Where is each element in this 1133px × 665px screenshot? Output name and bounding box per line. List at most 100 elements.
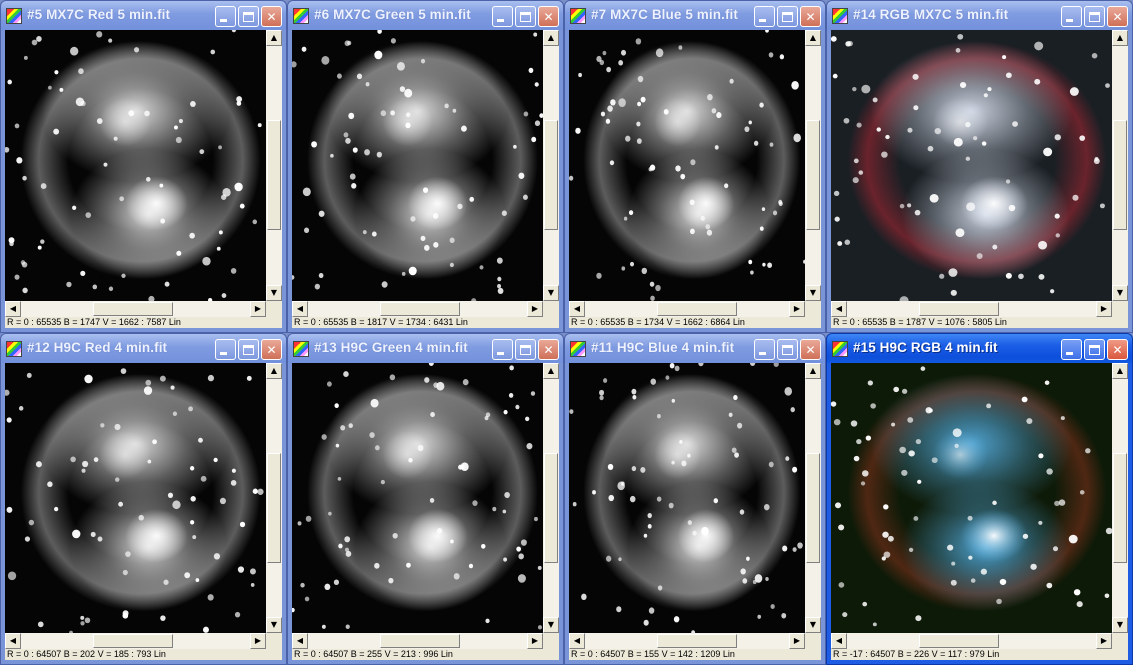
minimize-button[interactable] <box>754 6 775 27</box>
horizontal-scroll-thumb[interactable] <box>380 634 460 648</box>
scroll-left-button[interactable]: ◀ <box>5 301 21 317</box>
minimize-button[interactable] <box>1061 6 1082 27</box>
scroll-left-button[interactable]: ◀ <box>569 633 585 649</box>
scroll-right-button[interactable]: ▶ <box>250 301 266 317</box>
close-button[interactable]: ✕ <box>261 339 282 360</box>
vertical-scroll-thumb[interactable] <box>806 120 820 230</box>
vertical-scrollbar[interactable]: ▲ ▼ <box>266 363 282 633</box>
horizontal-scroll-thumb[interactable] <box>657 302 737 316</box>
image-window-1[interactable]: #5 MX7C Red 5 min.fit ✕ ▲ ▼ ◀ ▶ R = 0: … <box>0 0 287 333</box>
scroll-right-button[interactable]: ▶ <box>789 301 805 317</box>
close-button[interactable]: ✕ <box>800 6 821 27</box>
image-window-5[interactable]: #12 H9C Red 4 min.fit ✕ ▲ ▼ ◀ ▶ R = 0: … <box>0 333 287 665</box>
image-window-6[interactable]: #13 H9C Green 4 min.fit ✕ ▲ ▼ ◀ ▶ R = 0 … <box>287 333 564 665</box>
minimize-button[interactable] <box>492 6 513 27</box>
scroll-left-button[interactable]: ◀ <box>292 301 308 317</box>
vertical-scrollbar[interactable]: ▲ ▼ <box>1112 363 1128 633</box>
minimize-button[interactable] <box>492 339 513 360</box>
maximize-button[interactable] <box>515 6 536 27</box>
vertical-scrollbar[interactable]: ▲ ▼ <box>543 30 559 301</box>
horizontal-scroll-thumb[interactable] <box>93 634 173 648</box>
scroll-left-button[interactable]: ◀ <box>831 301 847 317</box>
image-window-8[interactable]: #15 H9C RGB 4 min.fit ✕ ▲ ▼ ◀ ▶ R = -17 … <box>826 333 1133 665</box>
scroll-left-button[interactable]: ◀ <box>831 633 847 649</box>
minimize-button[interactable] <box>215 6 236 27</box>
horizontal-scrollbar[interactable]: ◀ ▶ <box>5 633 266 649</box>
horizontal-scrollbar[interactable]: ◀ ▶ <box>5 301 266 317</box>
scroll-down-button[interactable]: ▼ <box>266 617 282 633</box>
scroll-down-button[interactable]: ▼ <box>543 285 559 301</box>
scroll-down-button[interactable]: ▼ <box>266 285 282 301</box>
image-window-7[interactable]: #11 H9C Blue 4 min.fit ✕ ▲ ▼ ◀ ▶ R = 0:… <box>564 333 826 665</box>
scroll-down-button[interactable]: ▼ <box>1112 285 1128 301</box>
close-button[interactable]: ✕ <box>800 339 821 360</box>
maximize-button[interactable] <box>515 339 536 360</box>
vertical-scrollbar[interactable]: ▲ ▼ <box>805 363 821 633</box>
horizontal-scroll-thumb[interactable] <box>919 302 999 316</box>
horizontal-scrollbar[interactable]: ◀ ▶ <box>831 633 1112 649</box>
scroll-right-button[interactable]: ▶ <box>250 633 266 649</box>
nebula-image[interactable] <box>5 30 266 301</box>
scroll-down-button[interactable]: ▼ <box>543 617 559 633</box>
horizontal-scrollbar[interactable]: ◀ ▶ <box>292 301 543 317</box>
vertical-scroll-thumb[interactable] <box>1113 120 1127 230</box>
nebula-image[interactable] <box>292 363 543 633</box>
title-bar[interactable]: #12 H9C Red 4 min.fit ✕ <box>1 334 286 363</box>
scroll-up-button[interactable]: ▲ <box>805 363 821 379</box>
scroll-down-button[interactable]: ▼ <box>805 617 821 633</box>
vertical-scrollbar[interactable]: ▲ ▼ <box>1112 30 1128 301</box>
close-button[interactable]: ✕ <box>1107 339 1128 360</box>
horizontal-scrollbar[interactable]: ◀ ▶ <box>831 301 1112 317</box>
image-window-2[interactable]: #6 MX7C Green 5 min.fit ✕ ▲ ▼ ◀ ▶ R = 0 … <box>287 0 564 333</box>
scroll-up-button[interactable]: ▲ <box>543 30 559 46</box>
scroll-up-button[interactable]: ▲ <box>266 30 282 46</box>
vertical-scroll-thumb[interactable] <box>806 453 820 563</box>
horizontal-scroll-thumb[interactable] <box>380 302 460 316</box>
horizontal-scrollbar[interactable]: ◀ ▶ <box>292 633 543 649</box>
scroll-right-button[interactable]: ▶ <box>527 301 543 317</box>
vertical-scrollbar[interactable]: ▲ ▼ <box>805 30 821 301</box>
scroll-right-button[interactable]: ▶ <box>789 633 805 649</box>
horizontal-scroll-thumb[interactable] <box>657 634 737 648</box>
vertical-scroll-thumb[interactable] <box>544 453 558 563</box>
vertical-scroll-thumb[interactable] <box>267 453 281 563</box>
scroll-up-button[interactable]: ▲ <box>1112 363 1128 379</box>
horizontal-scroll-thumb[interactable] <box>919 634 999 648</box>
minimize-button[interactable] <box>215 339 236 360</box>
maximize-button[interactable] <box>777 6 798 27</box>
title-bar[interactable]: #13 H9C Green 4 min.fit ✕ <box>288 334 563 363</box>
scroll-right-button[interactable]: ▶ <box>1096 633 1112 649</box>
maximize-button[interactable] <box>1084 6 1105 27</box>
close-button[interactable]: ✕ <box>1107 6 1128 27</box>
scroll-left-button[interactable]: ◀ <box>5 633 21 649</box>
horizontal-scroll-thumb[interactable] <box>93 302 173 316</box>
title-bar[interactable]: #5 MX7C Red 5 min.fit ✕ <box>1 1 286 30</box>
title-bar[interactable]: #11 H9C Blue 4 min.fit ✕ <box>565 334 825 363</box>
nebula-image[interactable] <box>5 363 266 633</box>
scroll-down-button[interactable]: ▼ <box>1112 617 1128 633</box>
horizontal-scrollbar[interactable]: ◀ ▶ <box>569 301 805 317</box>
image-window-4[interactable]: #14 RGB MX7C 5 min.fit ✕ ▲ ▼ ◀ ▶ R = 0:… <box>826 0 1133 333</box>
maximize-button[interactable] <box>777 339 798 360</box>
scroll-up-button[interactable]: ▲ <box>805 30 821 46</box>
close-button[interactable]: ✕ <box>538 339 559 360</box>
maximize-button[interactable] <box>1084 339 1105 360</box>
scroll-right-button[interactable]: ▶ <box>1096 301 1112 317</box>
title-bar[interactable]: #6 MX7C Green 5 min.fit ✕ <box>288 1 563 30</box>
nebula-image[interactable] <box>831 30 1112 301</box>
nebula-image[interactable] <box>831 363 1112 633</box>
minimize-button[interactable] <box>1061 339 1082 360</box>
title-bar[interactable]: #7 MX7C Blue 5 min.fit ✕ <box>565 1 825 30</box>
scroll-right-button[interactable]: ▶ <box>527 633 543 649</box>
image-window-3[interactable]: #7 MX7C Blue 5 min.fit ✕ ▲ ▼ ◀ ▶ R = 0:… <box>564 0 826 333</box>
minimize-button[interactable] <box>754 339 775 360</box>
maximize-button[interactable] <box>238 6 259 27</box>
vertical-scroll-thumb[interactable] <box>1113 453 1127 563</box>
vertical-scroll-thumb[interactable] <box>544 120 558 230</box>
nebula-image[interactable] <box>569 30 805 301</box>
maximize-button[interactable] <box>238 339 259 360</box>
scroll-left-button[interactable]: ◀ <box>569 301 585 317</box>
vertical-scrollbar[interactable]: ▲ ▼ <box>543 363 559 633</box>
vertical-scrollbar[interactable]: ▲ ▼ <box>266 30 282 301</box>
nebula-image[interactable] <box>292 30 543 301</box>
